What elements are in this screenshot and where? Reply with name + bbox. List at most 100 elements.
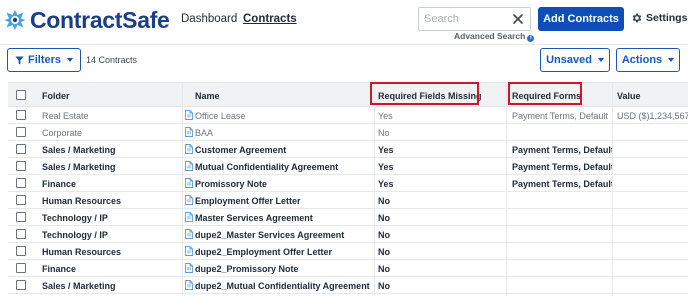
cell-contract-name[interactable]: dupe2_Mutual Confidentiality Agreement — [195, 281, 375, 291]
clear-search-icon[interactable] — [511, 12, 525, 26]
cell-contract-name[interactable]: BAA — [195, 128, 375, 138]
column-divider — [506, 82, 507, 296]
advanced-search-label: Advanced Search — [454, 31, 526, 41]
brand-name: ContractSafe — [30, 6, 170, 33]
cell-folder: Real Estate — [42, 111, 89, 121]
view-label: Unsaved — [546, 54, 592, 66]
cell-folder: Human Resources — [42, 247, 122, 257]
column-divider — [182, 82, 183, 296]
cell-required-fields-missing: No — [378, 264, 390, 274]
table-row[interactable]: Human Resources Employment Offer Letter No — [8, 192, 688, 209]
filters-button[interactable]: Filters — [7, 48, 81, 72]
document-icon — [185, 280, 193, 290]
document-icon — [185, 229, 193, 239]
cell-contract-name[interactable]: dupe2_Promissory Note — [195, 264, 375, 274]
brand-logo[interactable]: ContractSafe — [4, 6, 170, 34]
row-checkbox[interactable] — [16, 110, 26, 120]
cell-contract-name[interactable]: Customer Agreement — [195, 145, 375, 155]
table-row[interactable]: Finance Promissory Note Yes Payment Terms, … — [8, 175, 688, 192]
highlight-required-forms — [508, 82, 582, 105]
column-divider — [612, 82, 613, 296]
advanced-search-link[interactable]: Advanced Search i — [454, 31, 535, 42]
document-icon — [185, 212, 193, 222]
cell-required-fields-missing: No — [378, 213, 390, 223]
cell-required-forms: Payment Terms, Default — [512, 179, 612, 189]
cell-contract-name[interactable]: dupe2_Employment Offer Letter — [195, 247, 375, 257]
highlight-required-fields-missing — [370, 82, 479, 105]
document-icon — [185, 246, 193, 256]
cell-required-fields-missing: Yes — [378, 179, 394, 189]
cell-folder: Technology / IP — [42, 230, 108, 240]
column-header-folder[interactable]: Folder — [42, 91, 182, 101]
cell-contract-name[interactable]: Master Services Agreement — [195, 213, 375, 223]
actions-label: Actions — [621, 54, 663, 66]
row-checkbox[interactable] — [16, 280, 26, 290]
cell-value: USD ($)1,234,567 — [617, 111, 688, 121]
cell-required-fields-missing: No — [378, 230, 390, 240]
logo-icon — [4, 10, 26, 30]
table-header: Folder Name Required Fields Missing Requ… — [8, 82, 688, 107]
cell-contract-name[interactable]: Employment Offer Letter — [195, 196, 375, 206]
table-row[interactable]: Sales / Marketing Customer Agreement Yes Pa… — [8, 141, 688, 158]
cell-required-fields-missing: No — [378, 247, 390, 257]
row-checkbox[interactable] — [16, 229, 26, 239]
chevron-down-icon — [67, 58, 73, 62]
cell-folder: Sales / Marketing — [42, 162, 116, 172]
cell-required-forms: Payment Terms, Default — [512, 111, 608, 121]
cell-folder: Corporate — [42, 128, 83, 138]
actions-button[interactable]: Actions — [616, 48, 680, 72]
table-row[interactable]: Finance dupe2_Promissory Note No — [8, 260, 688, 277]
header-divider — [0, 44, 688, 45]
column-header-name[interactable]: Name — [195, 91, 375, 101]
cell-contract-name[interactable]: Promissory Note — [195, 179, 375, 189]
column-divider — [374, 82, 375, 296]
cell-required-fields-missing: No — [378, 128, 390, 138]
table-row[interactable]: Corporate BAA No — [8, 124, 688, 141]
nav-dashboard[interactable]: Dashboard — [181, 13, 237, 25]
cell-contract-name[interactable]: Mutual Confidentiality Agreement — [195, 162, 375, 172]
table-row[interactable]: Human Resources dupe2_Employment Offer Le… — [8, 243, 688, 260]
settings-button[interactable]: Settings — [631, 12, 687, 24]
cell-folder: Sales / Marketing — [42, 281, 116, 291]
add-contracts-button[interactable]: Add Contracts — [538, 7, 624, 31]
settings-label: Settings — [646, 12, 688, 24]
nav-contracts[interactable]: Contracts — [243, 13, 297, 25]
row-checkbox[interactable] — [16, 246, 26, 256]
table-row[interactable]: Real Estate Office Lease Yes Payment Terms,… — [8, 107, 688, 124]
cell-folder: Finance — [42, 264, 77, 274]
cell-folder: Technology / IP — [42, 213, 108, 223]
view-select-button[interactable]: Unsaved — [540, 48, 610, 72]
gear-icon — [632, 13, 642, 23]
document-icon — [185, 144, 193, 154]
cell-required-fields-missing: Yes — [378, 111, 393, 121]
table-row[interactable]: Technology / IP Master Services Agreement… — [8, 209, 688, 226]
row-checkbox[interactable] — [16, 161, 26, 171]
cell-required-forms: Payment Terms, Default — [512, 145, 612, 155]
select-all-checkbox[interactable] — [16, 90, 26, 100]
cell-contract-name[interactable]: dupe2_Master Services Agreement — [195, 230, 375, 240]
row-checkbox[interactable] — [16, 263, 26, 273]
column-header-value[interactable]: Value — [617, 91, 688, 101]
top-bar: ContractSafe Dashboard Contracts Advance… — [0, 0, 688, 44]
row-checkbox[interactable] — [16, 178, 26, 188]
cell-folder: Sales / Marketing — [42, 145, 116, 155]
cell-required-fields-missing: No — [378, 281, 390, 291]
search-input[interactable] — [419, 8, 511, 30]
table-row[interactable]: Sales / Marketing Mutual Confidentiality … — [8, 158, 688, 175]
filters-label: Filters — [27, 54, 61, 66]
table-row[interactable]: Sales / Marketing dupe2_Mutual Confidenti… — [8, 277, 688, 294]
cell-required-forms: Payment Terms, Default — [512, 162, 612, 172]
row-checkbox[interactable] — [16, 212, 26, 222]
document-icon — [185, 263, 193, 273]
row-checkbox[interactable] — [16, 144, 26, 154]
table-row[interactable]: Technology / IP dupe2_Master Services Agr… — [8, 226, 688, 243]
cell-required-fields-missing: Yes — [378, 162, 394, 172]
document-icon — [185, 161, 193, 171]
row-checkbox[interactable] — [16, 127, 26, 137]
contract-count: 14 Contracts — [86, 55, 138, 65]
filter-icon — [15, 55, 24, 65]
cell-contract-name[interactable]: Office Lease — [195, 111, 375, 121]
document-icon — [185, 110, 193, 120]
row-checkbox[interactable] — [16, 195, 26, 205]
chevron-down-icon — [597, 58, 604, 62]
